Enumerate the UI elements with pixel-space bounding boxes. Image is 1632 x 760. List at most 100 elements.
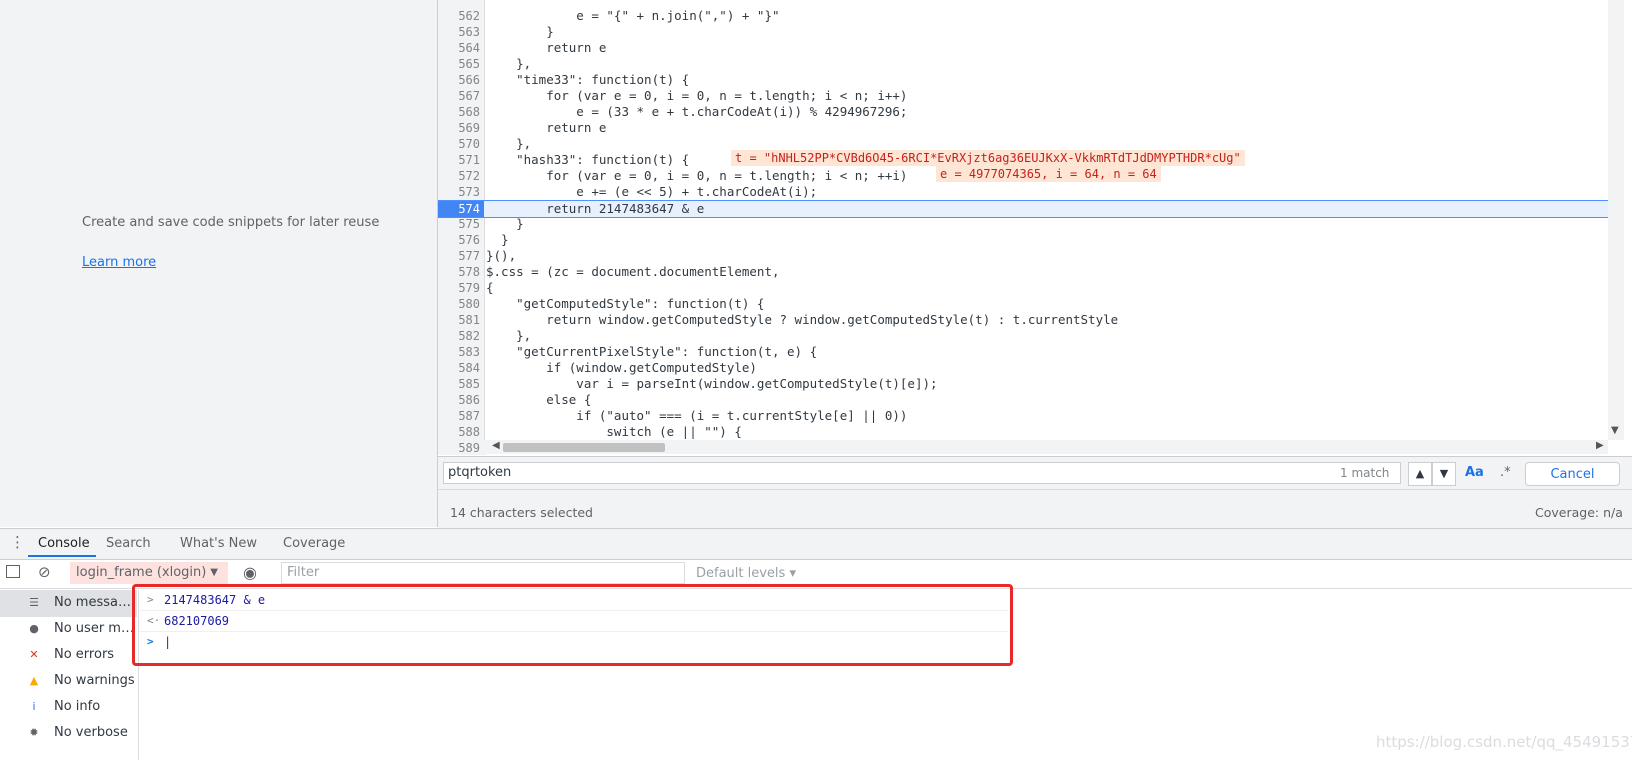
- line-number[interactable]: 576: [438, 232, 480, 248]
- code-line[interactable]: 584 if (window.getComputedStyle): [438, 360, 1608, 376]
- line-number[interactable]: 573: [438, 184, 480, 200]
- code-line[interactable]: 585 var i = parseInt(window.getComputedS…: [438, 376, 1608, 392]
- sidebar-item-label: No errors: [54, 647, 115, 662]
- code-line[interactable]: 579 {: [438, 280, 1608, 296]
- code-line[interactable]: 565 },: [438, 56, 1608, 72]
- code-line[interactable]: 566 "time33": function(t) {: [438, 72, 1608, 88]
- clear-console-icon[interactable]: ⊘: [38, 563, 51, 581]
- previous-match-button[interactable]: ▲: [1408, 462, 1432, 486]
- line-number[interactable]: 581: [438, 312, 480, 328]
- tab-whats-new[interactable]: What's New: [180, 536, 257, 551]
- line-number[interactable]: 565: [438, 56, 480, 72]
- line-number[interactable]: 574: [438, 201, 484, 217]
- code-text: }(),: [486, 248, 517, 263]
- tab-search[interactable]: Search: [106, 536, 151, 551]
- code-text: },: [486, 328, 532, 343]
- line-number[interactable]: 575: [438, 216, 480, 232]
- cancel-button[interactable]: Cancel: [1525, 462, 1620, 486]
- code-line[interactable]: 564 return e: [438, 40, 1608, 56]
- code-line[interactable]: 586 else {: [438, 392, 1608, 408]
- code-line[interactable]: 568 e = (33 * e + t.charCodeAt(i)) % 429…: [438, 104, 1608, 120]
- sidebar-item-warning[interactable]: ▲ No warnings: [0, 668, 137, 695]
- line-number[interactable]: 564: [438, 40, 480, 56]
- scroll-left-icon[interactable]: ◀: [492, 440, 500, 451]
- search-input[interactable]: ptqrtoken: [443, 462, 1401, 484]
- line-number[interactable]: 570: [438, 136, 480, 152]
- code-line[interactable]: 569 return e: [438, 120, 1608, 136]
- sidebar-item-bug[interactable]: ✹ No verbose: [0, 720, 137, 747]
- line-number[interactable]: 586: [438, 392, 480, 408]
- code-line[interactable]: 580 "getComputedStyle": function(t) {: [438, 296, 1608, 312]
- console-caret[interactable]: |: [164, 632, 171, 652]
- regex-button[interactable]: .*: [1500, 465, 1511, 480]
- code-text: e += (e << 5) + t.charCodeAt(i);: [486, 184, 818, 199]
- prompt-chevron-icon: >: [147, 635, 154, 648]
- line-number[interactable]: 567: [438, 88, 480, 104]
- vertical-scrollbar[interactable]: [1608, 0, 1624, 440]
- line-number[interactable]: 569: [438, 120, 480, 136]
- log-levels-dropdown[interactable]: Default levels ▾: [696, 566, 796, 581]
- coverage-status[interactable]: Coverage: n/a: [1535, 505, 1623, 520]
- code-line[interactable]: 581 return window.getComputedStyle ? win…: [438, 312, 1608, 328]
- more-options-icon[interactable]: ⋮: [10, 533, 25, 551]
- inline-value-e-i-n: e = 4977074365, i = 64, n = 64: [936, 166, 1161, 182]
- code-line[interactable]: 563 }: [438, 24, 1608, 40]
- match-case-button[interactable]: Aa: [1465, 465, 1484, 480]
- dropdown-arrow-icon: ▼: [210, 567, 218, 578]
- line-number[interactable]: 578: [438, 264, 480, 280]
- tab-coverage[interactable]: Coverage: [283, 536, 345, 551]
- code-text: else {: [486, 392, 592, 407]
- code-line[interactable]: 576 }: [438, 232, 1608, 248]
- line-number[interactable]: 562: [438, 8, 480, 24]
- code-text: {: [486, 280, 494, 295]
- line-number[interactable]: 580: [438, 296, 480, 312]
- context-selector[interactable]: login_frame (xlogin) ▼: [70, 562, 228, 584]
- line-number[interactable]: 585: [438, 376, 480, 392]
- input-prompt-icon: >: [147, 593, 154, 606]
- filter-input[interactable]: Filter: [281, 562, 685, 584]
- sidebar-item-label: No user me...: [54, 621, 137, 636]
- line-number[interactable]: 577: [438, 248, 480, 264]
- horizontal-scroll-thumb[interactable]: [503, 443, 665, 452]
- active-tab-indicator: [28, 555, 96, 557]
- status-bar: [438, 489, 1632, 528]
- sidebar-item-info[interactable]: i No info: [0, 694, 137, 721]
- line-number[interactable]: 582: [438, 328, 480, 344]
- sidebar-item-user[interactable]: ● No user me...: [0, 616, 137, 643]
- scroll-down-icon[interactable]: ▼: [1611, 425, 1619, 436]
- code-line[interactable]: 573 e += (e << 5) + t.charCodeAt(i);: [438, 184, 1608, 200]
- code-line[interactable]: 567 for (var e = 0, i = 0, n = t.length;…: [438, 88, 1608, 104]
- learn-more-link[interactable]: Learn more: [82, 255, 156, 270]
- line-number[interactable]: 566: [438, 72, 480, 88]
- code-editor[interactable]: 562 e = "{" + n.join(",") + "}" 563 } 564 …: [438, 0, 1632, 455]
- code-line[interactable]: 578 $.css = (zc = document.documentElemen…: [438, 264, 1608, 280]
- line-number[interactable]: 572: [438, 168, 480, 184]
- sidebar-toggle-icon[interactable]: [6, 565, 20, 578]
- line-number[interactable]: 563: [438, 24, 480, 40]
- eye-icon[interactable]: ◉: [243, 563, 257, 582]
- code-line[interactable]: 577 }(),: [438, 248, 1608, 264]
- code-line[interactable]: 588 switch (e || "") {: [438, 424, 1608, 440]
- code-line[interactable]: 582 },: [438, 328, 1608, 344]
- line-number[interactable]: 571: [438, 152, 480, 168]
- line-number[interactable]: 589: [438, 440, 480, 455]
- code-text: for (var e = 0, i = 0, n = t.length; i <…: [486, 168, 908, 183]
- selection-status: 14 characters selected: [450, 505, 593, 520]
- line-number[interactable]: 583: [438, 344, 480, 360]
- code-line[interactable]: 587 if ("auto" === (i = t.currentStyle[e…: [438, 408, 1608, 424]
- next-match-button[interactable]: ▼: [1432, 462, 1456, 486]
- sidebar-item-error[interactable]: ✕ No errors: [0, 642, 137, 669]
- console-prompt[interactable]: > |: [139, 632, 1009, 652]
- sidebar-item-list[interactable]: ☰ No messages: [0, 590, 137, 617]
- code-line[interactable]: 562 e = "{" + n.join(",") + "}": [438, 8, 1608, 24]
- line-number[interactable]: 588: [438, 424, 480, 440]
- tab-console[interactable]: Console: [38, 536, 90, 551]
- console-result-entry: <· 682107069: [139, 611, 1009, 632]
- line-number[interactable]: 579: [438, 280, 480, 296]
- code-line[interactable]: 575 }: [438, 216, 1608, 232]
- line-number[interactable]: 568: [438, 104, 480, 120]
- code-line[interactable]: 583 "getCurrentPixelStyle": function(t, …: [438, 344, 1608, 360]
- line-number[interactable]: 587: [438, 408, 480, 424]
- line-number[interactable]: 584: [438, 360, 480, 376]
- scroll-right-icon[interactable]: ▶: [1596, 440, 1604, 451]
